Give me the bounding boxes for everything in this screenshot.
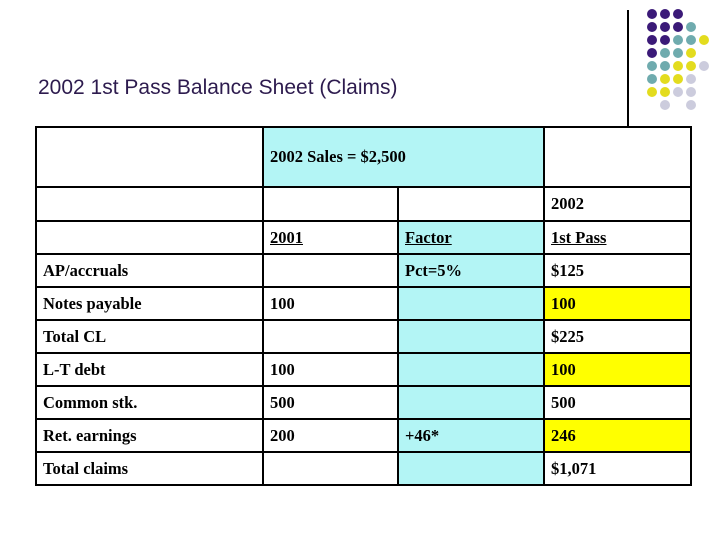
row-first-pass-cell: 246	[543, 418, 693, 453]
decor-dot	[673, 22, 683, 32]
row-first-pass-cell: $125	[543, 253, 693, 288]
balance-sheet-table: 2002 Sales = $2,500 2002 2001 Factor 1st…	[35, 126, 693, 486]
decor-dot	[660, 61, 670, 71]
row-2001-cell: 100	[262, 352, 399, 387]
decor-dot	[647, 61, 657, 71]
sales-row-blank-cell	[35, 126, 264, 188]
row-2001-cell	[262, 451, 399, 486]
table-row-sales-banner: 2002 Sales = $2,500	[35, 126, 693, 188]
row-factor-cell: Pct=5%	[396, 253, 546, 288]
column-header-first-pass: 1st Pass	[543, 220, 693, 255]
sales-row-trailing-cell	[543, 126, 693, 188]
decor-dot	[673, 74, 683, 84]
year-label-cell: 2002	[543, 186, 693, 222]
column-header-2001: 2001	[262, 220, 399, 255]
row-label-cell: L-T debt	[35, 352, 264, 387]
row-first-pass-cell: $225	[543, 319, 693, 354]
table-row: L-T debt 100 100	[35, 352, 693, 387]
table-header-row: 2001 Factor 1st Pass	[35, 220, 693, 255]
row-label-cell: Notes payable	[35, 286, 264, 321]
row-first-pass-cell: $1,071	[543, 451, 693, 486]
decor-dot	[686, 22, 696, 32]
decor-dot	[686, 48, 696, 58]
year-row-blank-cell-3	[396, 186, 546, 222]
column-header-blank	[35, 220, 264, 255]
row-factor-cell	[396, 352, 546, 387]
table-row: AP/accruals Pct=5% $125	[35, 253, 693, 288]
decor-dot	[673, 87, 683, 97]
decor-dot	[686, 35, 696, 45]
year-row-blank-cell-2	[262, 186, 399, 222]
decor-dot	[660, 74, 670, 84]
decor-dot	[686, 74, 696, 84]
row-factor-cell: +46*	[396, 418, 546, 453]
decor-dot	[647, 87, 657, 97]
decor-dot	[660, 35, 670, 45]
table-row: Common stk. 500 500	[35, 385, 693, 420]
vertical-rule	[627, 10, 629, 127]
row-label-cell: Common stk.	[35, 385, 264, 420]
decor-dot	[686, 87, 696, 97]
row-label-cell: Total CL	[35, 319, 264, 354]
decor-dot	[660, 87, 670, 97]
row-label-cell: Ret. earnings	[35, 418, 264, 453]
row-first-pass-cell: 500	[543, 385, 693, 420]
row-2001-cell	[262, 319, 399, 354]
column-header-factor: Factor	[396, 220, 546, 255]
row-2001-cell: 500	[262, 385, 399, 420]
decor-dot	[647, 74, 657, 84]
table-row-year: 2002	[35, 186, 693, 222]
row-factor-cell	[396, 451, 546, 486]
row-label-cell: AP/accruals	[35, 253, 264, 288]
row-first-pass-cell: 100	[543, 352, 693, 387]
decor-dot	[647, 22, 657, 32]
sales-banner-cell: 2002 Sales = $2,500	[261, 126, 546, 188]
page-title: 2002 1st Pass Balance Sheet (Claims)	[38, 76, 398, 99]
row-2001-cell	[262, 253, 399, 288]
decorative-dot-grid	[647, 9, 709, 113]
decor-dot	[660, 48, 670, 58]
row-2001-cell: 200	[262, 418, 399, 453]
decor-dot	[673, 35, 683, 45]
decor-dot	[647, 48, 657, 58]
decor-dot	[660, 9, 670, 19]
row-2001-cell: 100	[262, 286, 399, 321]
decor-dot	[647, 9, 657, 19]
table-row: Ret. earnings 200 +46* 246	[35, 418, 693, 453]
year-row-blank-cell-1	[35, 186, 264, 222]
row-first-pass-cell: 100	[543, 286, 693, 321]
decor-dot	[647, 35, 657, 45]
decor-dot	[686, 100, 696, 110]
row-factor-cell	[396, 286, 546, 321]
decor-dot	[686, 61, 696, 71]
decor-dot	[673, 48, 683, 58]
table-row: Total claims $1,071	[35, 451, 693, 486]
table-row: Notes payable 100 100	[35, 286, 693, 321]
row-factor-cell	[396, 385, 546, 420]
row-label-cell: Total claims	[35, 451, 264, 486]
decor-dot	[699, 35, 709, 45]
row-factor-cell	[396, 319, 546, 354]
decor-dot	[660, 22, 670, 32]
decor-dot	[673, 9, 683, 19]
decor-dot	[673, 61, 683, 71]
table-row: Total CL $225	[35, 319, 693, 354]
decor-dot	[699, 61, 709, 71]
decor-dot	[660, 100, 670, 110]
